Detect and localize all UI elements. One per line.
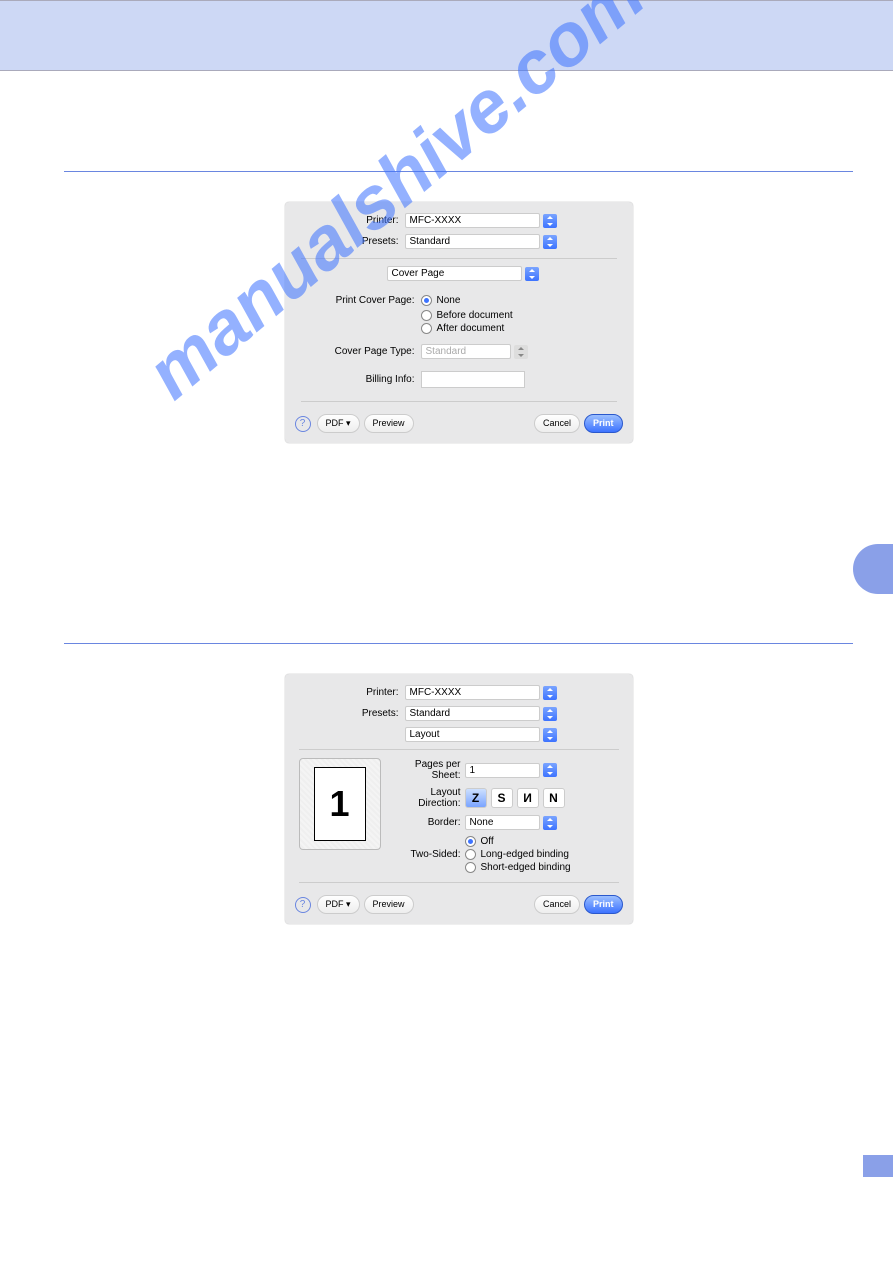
pps-value: 1 bbox=[470, 763, 476, 778]
preview-page: 1 bbox=[314, 767, 366, 841]
printer-label: Printer: bbox=[285, 687, 405, 698]
dropdown-arrows-icon bbox=[543, 763, 557, 777]
dropdown-arrows-icon bbox=[543, 235, 557, 249]
help-icon[interactable]: ? bbox=[295, 416, 311, 432]
dropdown-arrows-icon bbox=[543, 686, 557, 700]
dropdown-arrows-icon bbox=[543, 728, 557, 742]
radio-short[interactable] bbox=[465, 862, 476, 873]
printer-select[interactable]: MFC-XXXX bbox=[405, 685, 540, 700]
cover-page-type-label: Cover Page Type: bbox=[301, 346, 421, 357]
presets-value: Standard bbox=[410, 234, 451, 249]
layout-dir-4[interactable]: N bbox=[543, 788, 565, 808]
page-number-tab bbox=[863, 1155, 893, 1177]
opt-none: None bbox=[437, 295, 461, 306]
radio-none[interactable] bbox=[421, 295, 432, 306]
radio-long[interactable] bbox=[465, 849, 476, 860]
cpt-value: Standard bbox=[426, 344, 467, 359]
dropdown-arrows-icon bbox=[543, 816, 557, 830]
print-button[interactable]: Print bbox=[584, 895, 623, 914]
ts-off: Off bbox=[481, 836, 494, 847]
billing-label: Billing Info: bbox=[301, 374, 421, 385]
dropdown-arrows-icon bbox=[543, 707, 557, 721]
ld-label: Layout Direction: bbox=[391, 787, 465, 809]
printer-label: Printer: bbox=[285, 215, 405, 226]
cover-page-type-select: Standard bbox=[421, 344, 511, 359]
cancel-button[interactable]: Cancel bbox=[534, 414, 580, 433]
billing-input[interactable] bbox=[421, 371, 525, 388]
cancel-button[interactable]: Cancel bbox=[534, 895, 580, 914]
radio-off[interactable] bbox=[465, 836, 476, 847]
presets-select[interactable]: Standard bbox=[405, 706, 540, 721]
border-label: Border: bbox=[391, 817, 465, 828]
preview-button[interactable]: Preview bbox=[364, 414, 414, 433]
dropdown-arrows-icon bbox=[525, 267, 539, 281]
layout-dir-1[interactable]: Z bbox=[465, 788, 487, 808]
printer-value: MFC-XXXX bbox=[410, 685, 462, 700]
opt-after: After document bbox=[437, 323, 505, 334]
presets-label: Presets: bbox=[285, 708, 405, 719]
section-divider bbox=[64, 643, 853, 644]
ts-label: Two-Sided: bbox=[391, 849, 465, 860]
pps-label: Pages per Sheet: bbox=[391, 759, 465, 781]
print-cover-page-label: Print Cover Page: bbox=[301, 295, 421, 306]
layout-dir-2[interactable]: S bbox=[491, 788, 513, 808]
preview-button[interactable]: Preview bbox=[364, 895, 414, 914]
border-value: None bbox=[470, 815, 494, 830]
layout-preview: 1 bbox=[299, 758, 381, 850]
section-divider bbox=[64, 171, 853, 172]
print-button[interactable]: Print bbox=[584, 414, 623, 433]
section-value: Cover Page bbox=[392, 266, 445, 281]
dropdown-arrows-icon bbox=[543, 214, 557, 228]
pdf-button[interactable]: PDF ▾ bbox=[317, 414, 360, 433]
radio-after[interactable] bbox=[421, 323, 432, 334]
ts-long: Long-edged binding bbox=[481, 849, 569, 860]
layout-dialog: Printer: MFC-XXXX Presets: Standard Layo… bbox=[285, 674, 633, 924]
cover-page-dialog: Printer: MFC-XXXX Presets: Standard Cove… bbox=[285, 202, 633, 443]
section-select[interactable]: Layout bbox=[405, 727, 540, 742]
help-icon[interactable]: ? bbox=[295, 897, 311, 913]
opt-before: Before document bbox=[437, 310, 513, 321]
pdf-button[interactable]: PDF ▾ bbox=[317, 895, 360, 914]
presets-value: Standard bbox=[410, 706, 451, 721]
presets-select[interactable]: Standard bbox=[405, 234, 540, 249]
page-banner bbox=[0, 0, 893, 71]
ts-short: Short-edged binding bbox=[481, 862, 571, 873]
presets-label: Presets: bbox=[285, 236, 405, 247]
section-select[interactable]: Cover Page bbox=[387, 266, 522, 281]
printer-select[interactable]: MFC-XXXX bbox=[405, 213, 540, 228]
border-select[interactable]: None bbox=[465, 815, 540, 830]
radio-before[interactable] bbox=[421, 310, 432, 321]
section-value: Layout bbox=[410, 727, 440, 742]
layout-dir-3[interactable]: И bbox=[517, 788, 539, 808]
pps-select[interactable]: 1 bbox=[465, 763, 540, 778]
dropdown-arrows-icon bbox=[514, 345, 528, 359]
printer-value: MFC-XXXX bbox=[410, 213, 462, 228]
